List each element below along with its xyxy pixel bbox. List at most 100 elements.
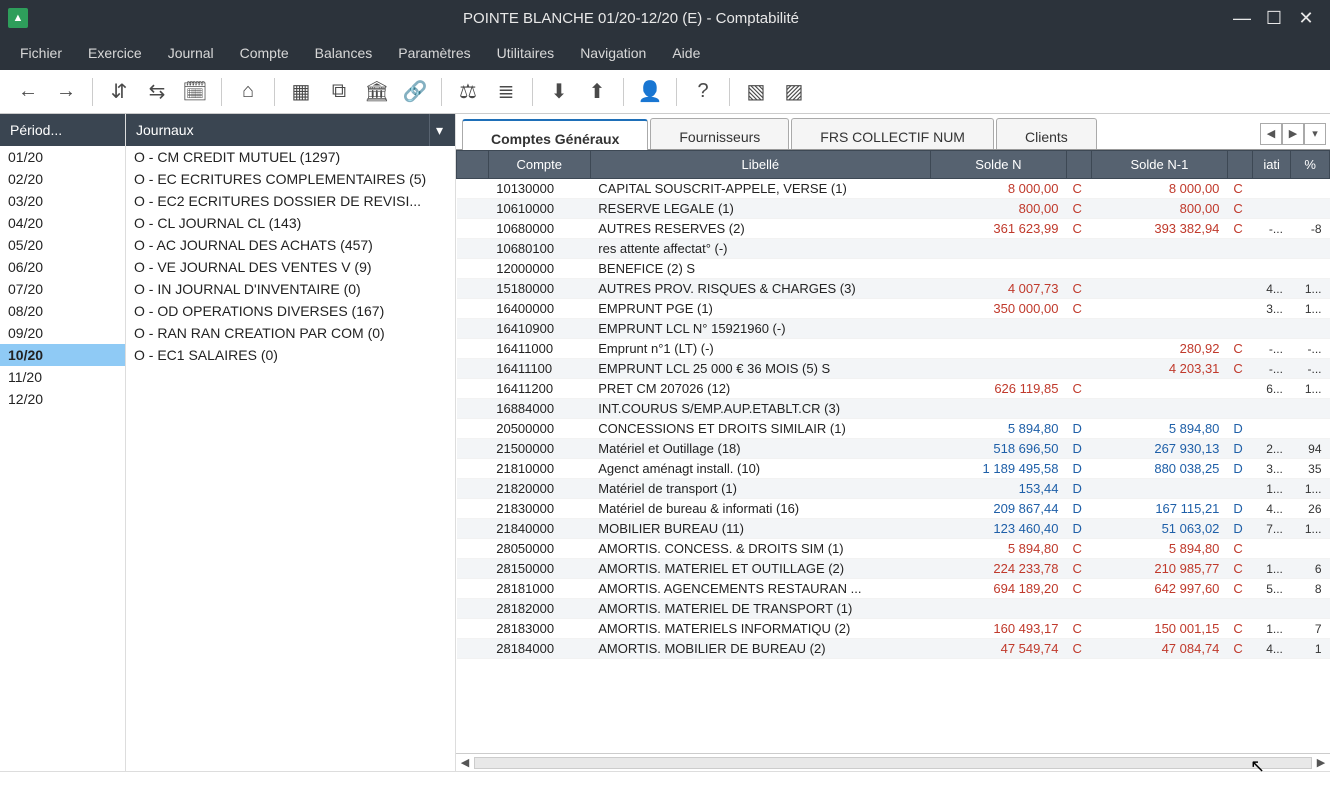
- table-row[interactable]: 20500000CONCESSIONS ET DROITS SIMILAIR (…: [457, 419, 1330, 439]
- period-item[interactable]: 10/20: [0, 344, 125, 366]
- menu-paramètres[interactable]: Paramètres: [386, 39, 482, 67]
- upload-icon[interactable]: ⬆: [579, 74, 615, 110]
- row-selector[interactable]: [457, 579, 489, 599]
- period-item[interactable]: 04/20: [0, 212, 125, 234]
- row-selector[interactable]: [457, 199, 489, 219]
- table-row[interactable]: 21500000Matériel et Outillage (18)518 69…: [457, 439, 1330, 459]
- period-item[interactable]: 08/20: [0, 300, 125, 322]
- adnbox-icon[interactable]: ▧: [738, 74, 774, 110]
- col-header[interactable]: [1066, 151, 1091, 179]
- menu-navigation[interactable]: Navigation: [568, 39, 658, 67]
- row-selector[interactable]: [457, 259, 489, 279]
- journals-dropdown-icon[interactable]: ▾: [429, 114, 449, 146]
- row-selector[interactable]: [457, 419, 489, 439]
- journal-item[interactable]: O - VE JOURNAL DES VENTES V (9): [126, 256, 455, 278]
- split-v-icon[interactable]: ⇆: [139, 74, 175, 110]
- col-header[interactable]: Libellé: [590, 151, 930, 179]
- table-row[interactable]: 21830000Matériel de bureau & informati (…: [457, 499, 1330, 519]
- journal-item[interactable]: O - CM CREDIT MUTUEL (1297): [126, 146, 455, 168]
- period-item[interactable]: 01/20: [0, 146, 125, 168]
- journal-item[interactable]: O - RAN RAN CREATION PAR COM (0): [126, 322, 455, 344]
- row-selector[interactable]: [457, 559, 489, 579]
- tabs-dropdown-button[interactable]: ▾: [1304, 123, 1326, 145]
- row-selector[interactable]: [457, 499, 489, 519]
- col-header[interactable]: iati: [1252, 151, 1291, 179]
- menu-aide[interactable]: Aide: [660, 39, 712, 67]
- forward-icon[interactable]: →: [48, 74, 84, 110]
- row-selector[interactable]: [457, 639, 489, 659]
- help-icon[interactable]: ?: [685, 74, 721, 110]
- period-item[interactable]: 03/20: [0, 190, 125, 212]
- table-row[interactable]: 10130000CAPITAL SOUSCRIT-APPELE, VERSE (…: [457, 179, 1330, 199]
- table-row[interactable]: 21820000Matériel de transport (1)153,44D…: [457, 479, 1330, 499]
- list-icon[interactable]: ≣: [488, 74, 524, 110]
- row-selector[interactable]: [457, 179, 489, 199]
- split-h-icon[interactable]: ⇵: [101, 74, 137, 110]
- row-selector[interactable]: [457, 539, 489, 559]
- table-row[interactable]: 16411200PRET CM 207026 (12)626 119,85C6.…: [457, 379, 1330, 399]
- table-row[interactable]: 28150000AMORTIS. MATERIEL ET OUTILLAGE (…: [457, 559, 1330, 579]
- menu-fichier[interactable]: Fichier: [8, 39, 74, 67]
- scroll-track[interactable]: [474, 757, 1312, 769]
- col-header[interactable]: [1227, 151, 1252, 179]
- tree-icon[interactable]: ⧉: [321, 74, 357, 110]
- journal-item[interactable]: O - EC2 ECRITURES DOSSIER DE REVISI...: [126, 190, 455, 212]
- table-row[interactable]: 15180000AUTRES PROV. RISQUES & CHARGES (…: [457, 279, 1330, 299]
- table-row[interactable]: 28183000AMORTIS. MATERIELS INFORMATIQU (…: [457, 619, 1330, 639]
- grid-icon[interactable]: ▦: [283, 74, 319, 110]
- tabs-prev-button[interactable]: ◀: [1260, 123, 1282, 145]
- table-row[interactable]: 21810000Agenct aménagt install. (10)1 18…: [457, 459, 1330, 479]
- row-selector[interactable]: [457, 479, 489, 499]
- col-selector[interactable]: [457, 151, 489, 179]
- close-button[interactable]: ✕: [1290, 2, 1322, 34]
- journals-header[interactable]: Journaux ▾: [126, 114, 455, 146]
- table-row[interactable]: 16410900EMPRUNT LCL N° 15921960 (-): [457, 319, 1330, 339]
- table-row[interactable]: 10680000AUTRES RESERVES (2)361 623,99C39…: [457, 219, 1330, 239]
- period-item[interactable]: 05/20: [0, 234, 125, 256]
- bank-icon[interactable]: 🏛: [359, 74, 395, 110]
- tab-2[interactable]: FRS COLLECTIF NUM: [791, 118, 994, 149]
- row-selector[interactable]: [457, 339, 489, 359]
- table-row[interactable]: 28181000AMORTIS. AGENCEMENTS RESTAURAN .…: [457, 579, 1330, 599]
- tab-1[interactable]: Fournisseurs: [650, 118, 789, 149]
- col-header[interactable]: %: [1291, 151, 1330, 179]
- balance-icon[interactable]: ⚖: [450, 74, 486, 110]
- calendar-icon[interactable]: 🗓: [177, 74, 213, 110]
- home-icon[interactable]: ⌂: [230, 74, 266, 110]
- minimize-button[interactable]: —: [1226, 2, 1258, 34]
- table-row[interactable]: 10680100res attente affectat° (-): [457, 239, 1330, 259]
- tabs-next-button[interactable]: ▶: [1282, 123, 1304, 145]
- menu-exercice[interactable]: Exercice: [76, 39, 154, 67]
- row-selector[interactable]: [457, 279, 489, 299]
- adnbanq-icon[interactable]: ▨: [776, 74, 812, 110]
- accounts-grid-wrap[interactable]: CompteLibelléSolde NSolde N-1iati% 10130…: [456, 150, 1330, 753]
- download-icon[interactable]: ⬇: [541, 74, 577, 110]
- table-row[interactable]: 16884000INT.COURUS S/EMP.AUP.ETABLT.CR (…: [457, 399, 1330, 419]
- row-selector[interactable]: [457, 219, 489, 239]
- tab-0[interactable]: Comptes Généraux: [462, 119, 648, 150]
- row-selector[interactable]: [457, 379, 489, 399]
- row-selector[interactable]: [457, 619, 489, 639]
- periods-header[interactable]: Périod...: [0, 114, 125, 146]
- horizontal-scrollbar[interactable]: ◀ ▶: [456, 753, 1330, 771]
- table-row[interactable]: 21840000MOBILIER BUREAU (11)123 460,40D5…: [457, 519, 1330, 539]
- row-selector[interactable]: [457, 459, 489, 479]
- table-row[interactable]: 16411100EMPRUNT LCL 25 000 € 36 MOIS (5)…: [457, 359, 1330, 379]
- period-item[interactable]: 02/20: [0, 168, 125, 190]
- table-row[interactable]: 28050000AMORTIS. CONCESS. & DROITS SIM (…: [457, 539, 1330, 559]
- menu-compte[interactable]: Compte: [228, 39, 301, 67]
- scroll-right-icon[interactable]: ▶: [1312, 756, 1330, 769]
- user-icon[interactable]: 👤: [632, 74, 668, 110]
- col-header[interactable]: Compte: [488, 151, 590, 179]
- back-icon[interactable]: ←: [10, 74, 46, 110]
- period-item[interactable]: 07/20: [0, 278, 125, 300]
- maximize-button[interactable]: ☐: [1258, 2, 1290, 34]
- row-selector[interactable]: [457, 299, 489, 319]
- row-selector[interactable]: [457, 519, 489, 539]
- table-row[interactable]: 12000000BENEFICE (2) S: [457, 259, 1330, 279]
- period-item[interactable]: 12/20: [0, 388, 125, 410]
- menu-balances[interactable]: Balances: [303, 39, 385, 67]
- row-selector[interactable]: [457, 319, 489, 339]
- journal-item[interactable]: O - EC1 SALAIRES (0): [126, 344, 455, 366]
- period-item[interactable]: 11/20: [0, 366, 125, 388]
